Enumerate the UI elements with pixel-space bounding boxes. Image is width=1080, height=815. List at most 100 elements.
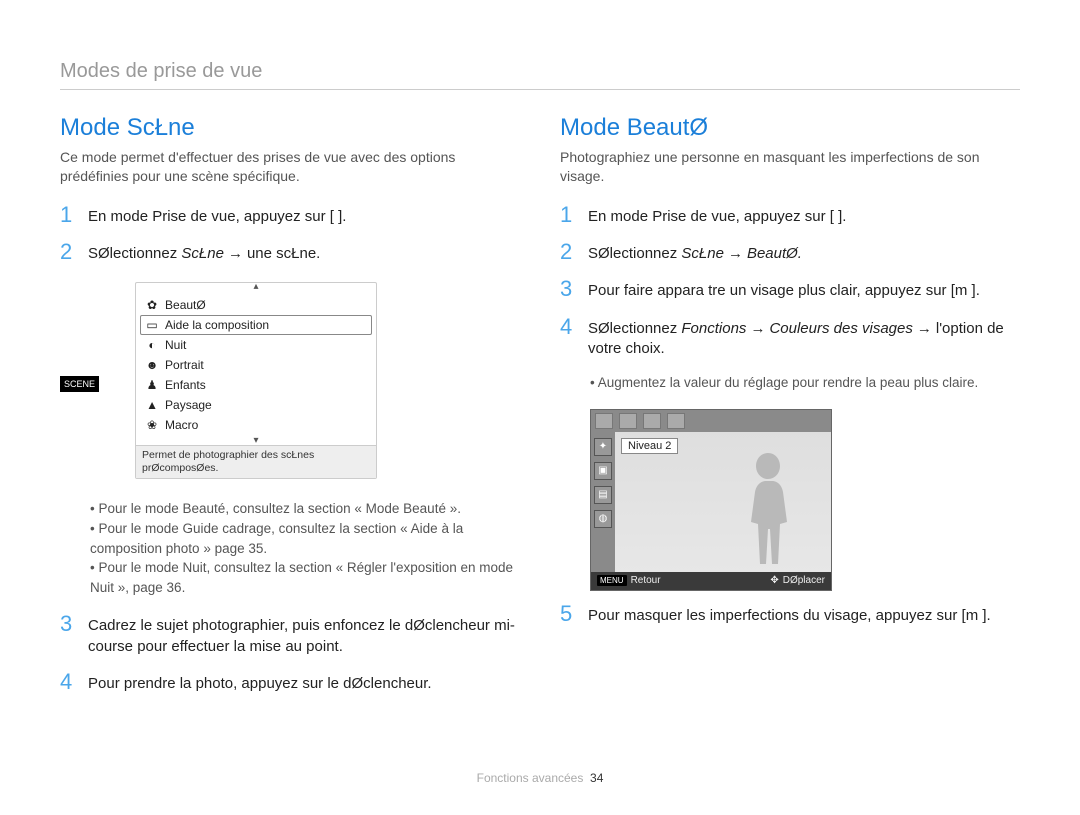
- level-chip: Niveau 2: [621, 438, 678, 454]
- section-header: Modes de prise de vue: [60, 60, 1020, 90]
- step-text: En mode Prise de vue, appuyez sur [ ].: [588, 204, 1020, 227]
- scene-badge: SCENE: [60, 376, 99, 392]
- step4-prefix: SØlectionnez: [588, 320, 681, 337]
- scene-menu-item[interactable]: ▭Aide la composition: [140, 315, 372, 335]
- step-text: SØlectionnez Fonctions→Couleurs des visa…: [588, 316, 1020, 360]
- step-text: SØlectionnez ScŁne→une scŁne.: [88, 241, 520, 264]
- scene-menu: ▴ ✿ BeautØ ▭Aide la composition ◐ Nuit ☻ Portr…: [135, 282, 377, 479]
- scene-step-3: 3 Cadrez le sujet photographier, puis en…: [60, 613, 520, 657]
- beauty-bottombar: MENU Retour ✥ DØplacer: [591, 572, 831, 590]
- bullet-item: Pour le mode Beauté, consultez la sectio…: [90, 499, 520, 519]
- face-tone-icon: ✦: [594, 438, 612, 456]
- move-label: DØplacer: [783, 575, 825, 586]
- person-silhouette-icon: [733, 448, 803, 568]
- right-arrow-icon: →: [750, 320, 765, 337]
- scene-menu-list: ✿ BeautØ ▭Aide la composition ◐ Nuit ☻ Portrai…: [136, 291, 376, 437]
- chevron-down-icon: ▾: [136, 437, 376, 445]
- scene-item-icon: ◐: [145, 338, 159, 352]
- scene-item-icon: ▲: [145, 398, 159, 412]
- scene-menu-hint: Permet de photographier des scŁnes prØco…: [136, 445, 376, 478]
- scene-menu-item[interactable]: ❀ Macro: [140, 415, 372, 435]
- bullet-item: Pour le mode Nuit, consultez la section …: [90, 558, 520, 597]
- top-chip-icon: [643, 413, 661, 429]
- step-number: 1: [560, 204, 578, 226]
- beauty-title: Mode BeautØ: [560, 114, 1020, 142]
- step-text: SØlectionnez ScŁne→BeautØ.: [588, 241, 1020, 264]
- columns: Mode ScŁne Ce mode permet d'effectuer de…: [60, 114, 1020, 708]
- beauty-steps: 1 En mode Prise de vue, appuyez sur [ ].…: [560, 204, 1020, 359]
- step-text: En mode Prise de vue, appuyez sur [ ].: [88, 204, 520, 227]
- chevron-up-icon: ▴: [136, 283, 376, 291]
- step4-couleurs: Couleurs des visages: [769, 320, 912, 337]
- step-number: 3: [60, 613, 78, 635]
- step2-suffix: une scŁne.: [247, 245, 320, 262]
- top-chip-icon: [595, 413, 613, 429]
- menu-icon: MENU: [597, 575, 627, 586]
- beauty-intro: Photographiez une personne en masquant l…: [560, 148, 1020, 186]
- scene-steps-cont: 3 Cadrez le sujet photographier, puis en…: [60, 613, 520, 694]
- step2-scene: ScŁne: [681, 245, 724, 262]
- scene-item-icon: ✿: [145, 298, 159, 312]
- scene-item-label: Enfants: [165, 378, 206, 392]
- scene-menu-item[interactable]: ♟ Enfants: [140, 375, 372, 395]
- step-text: Pour faire appara tre un visage plus cla…: [588, 278, 1020, 301]
- beauty-leftbar: ✦ ▣ ▤ ◍: [591, 432, 615, 572]
- scene-item-icon: ❀: [145, 418, 159, 432]
- retouch-icon: ▣: [594, 462, 612, 480]
- scene-menu-item[interactable]: ☻ Portrait: [140, 355, 372, 375]
- page-number: 34: [590, 771, 603, 785]
- dpad-icon: ✥: [770, 575, 778, 586]
- scene-intro: Ce mode permet d'effectuer des prises de…: [60, 148, 520, 186]
- beauty-bullet-1: Augmentez la valeur du réglage pour rend…: [590, 373, 1020, 393]
- beauty-step-1: 1 En mode Prise de vue, appuyez sur [ ].: [560, 204, 1020, 227]
- step-number: 1: [60, 204, 78, 226]
- back-label: Retour: [631, 575, 661, 586]
- scene-item-label: Macro: [165, 418, 198, 432]
- beauty-preview: ✦ ▣ ▤ ◍ Niveau 2 MENU Retour ✥ DØp: [590, 409, 832, 591]
- right-arrow-icon: →: [917, 320, 932, 337]
- scene-item-label: BeautØ: [165, 298, 206, 312]
- top-chip-icon: [667, 413, 685, 429]
- top-chip-icon: [619, 413, 637, 429]
- back-button[interactable]: MENU Retour: [597, 575, 661, 586]
- scene-item-icon: ♟: [145, 378, 159, 392]
- beauty-step-3: 3 Pour faire appara tre un visage plus c…: [560, 278, 1020, 301]
- scene-menu-item[interactable]: ✿ BeautØ: [140, 295, 372, 315]
- step-text: Cadrez le sujet photographier, puis enfo…: [88, 613, 520, 657]
- step-number: 3: [560, 278, 578, 300]
- bullet-item: Pour le mode Guide cadrage, consultez la…: [90, 519, 520, 558]
- step-number: 5: [560, 603, 578, 625]
- page-footer: Fonctions avancées 34: [0, 771, 1080, 785]
- scene-item-label: Paysage: [165, 398, 212, 412]
- step1-text: En mode Prise de vue, appuyez sur [ ].: [88, 208, 346, 225]
- step4-fonctions: Fonctions: [681, 320, 746, 337]
- scene-item-icon: ☻: [145, 358, 159, 372]
- step-number: 2: [60, 241, 78, 263]
- move-button[interactable]: ✥ DØplacer: [770, 575, 825, 586]
- beauty-step-2: 2 SØlectionnez ScŁne→BeautØ.: [560, 241, 1020, 264]
- scene-menu-item[interactable]: ◐ Nuit: [140, 335, 372, 355]
- step2-prefix: SØlectionnez: [588, 245, 681, 262]
- col-scene: Mode ScŁne Ce mode permet d'effectuer de…: [60, 114, 520, 708]
- scene-menu-wrap: SCENE ▴ ✿ BeautØ ▭Aide la composition ◐ Nuit…: [60, 278, 520, 489]
- step-number: 4: [60, 671, 78, 693]
- settings-icon: ▤: [594, 486, 612, 504]
- step2-scene: ScŁne: [181, 245, 224, 262]
- scene-step-4: 4 Pour prendre la photo, appuyez sur le …: [60, 671, 520, 694]
- page: Modes de prise de vue Mode ScŁne Ce mode…: [0, 0, 1080, 815]
- footer-label: Fonctions avancées: [477, 771, 584, 785]
- scene-menu-item[interactable]: ▲ Paysage: [140, 395, 372, 415]
- col-beauty: Mode BeautØ Photographiez une personne e…: [560, 114, 1020, 708]
- scene-item-label: Portrait: [165, 358, 204, 372]
- right-arrow-icon: →: [228, 245, 243, 262]
- step-text: Pour prendre la photo, appuyez sur le dØ…: [88, 671, 520, 694]
- scene-steps: 1 En mode Prise de vue, appuyez sur [ ].…: [60, 204, 520, 265]
- beauty-steps-cont: 5 Pour masquer les imperfections du visa…: [560, 603, 1020, 626]
- step-number: 4: [560, 316, 578, 338]
- beauty-topbar: [591, 410, 831, 432]
- scene-bullets: Pour le mode Beauté, consultez la sectio…: [90, 499, 520, 597]
- beauty-step-4: 4 SØlectionnez Fonctions→Couleurs des vi…: [560, 316, 1020, 360]
- scene-item-label: Nuit: [165, 338, 186, 352]
- beauty-step-5: 5 Pour masquer les imperfections du visa…: [560, 603, 1020, 626]
- beauty-bullets: Augmentez la valeur du réglage pour rend…: [590, 373, 1020, 393]
